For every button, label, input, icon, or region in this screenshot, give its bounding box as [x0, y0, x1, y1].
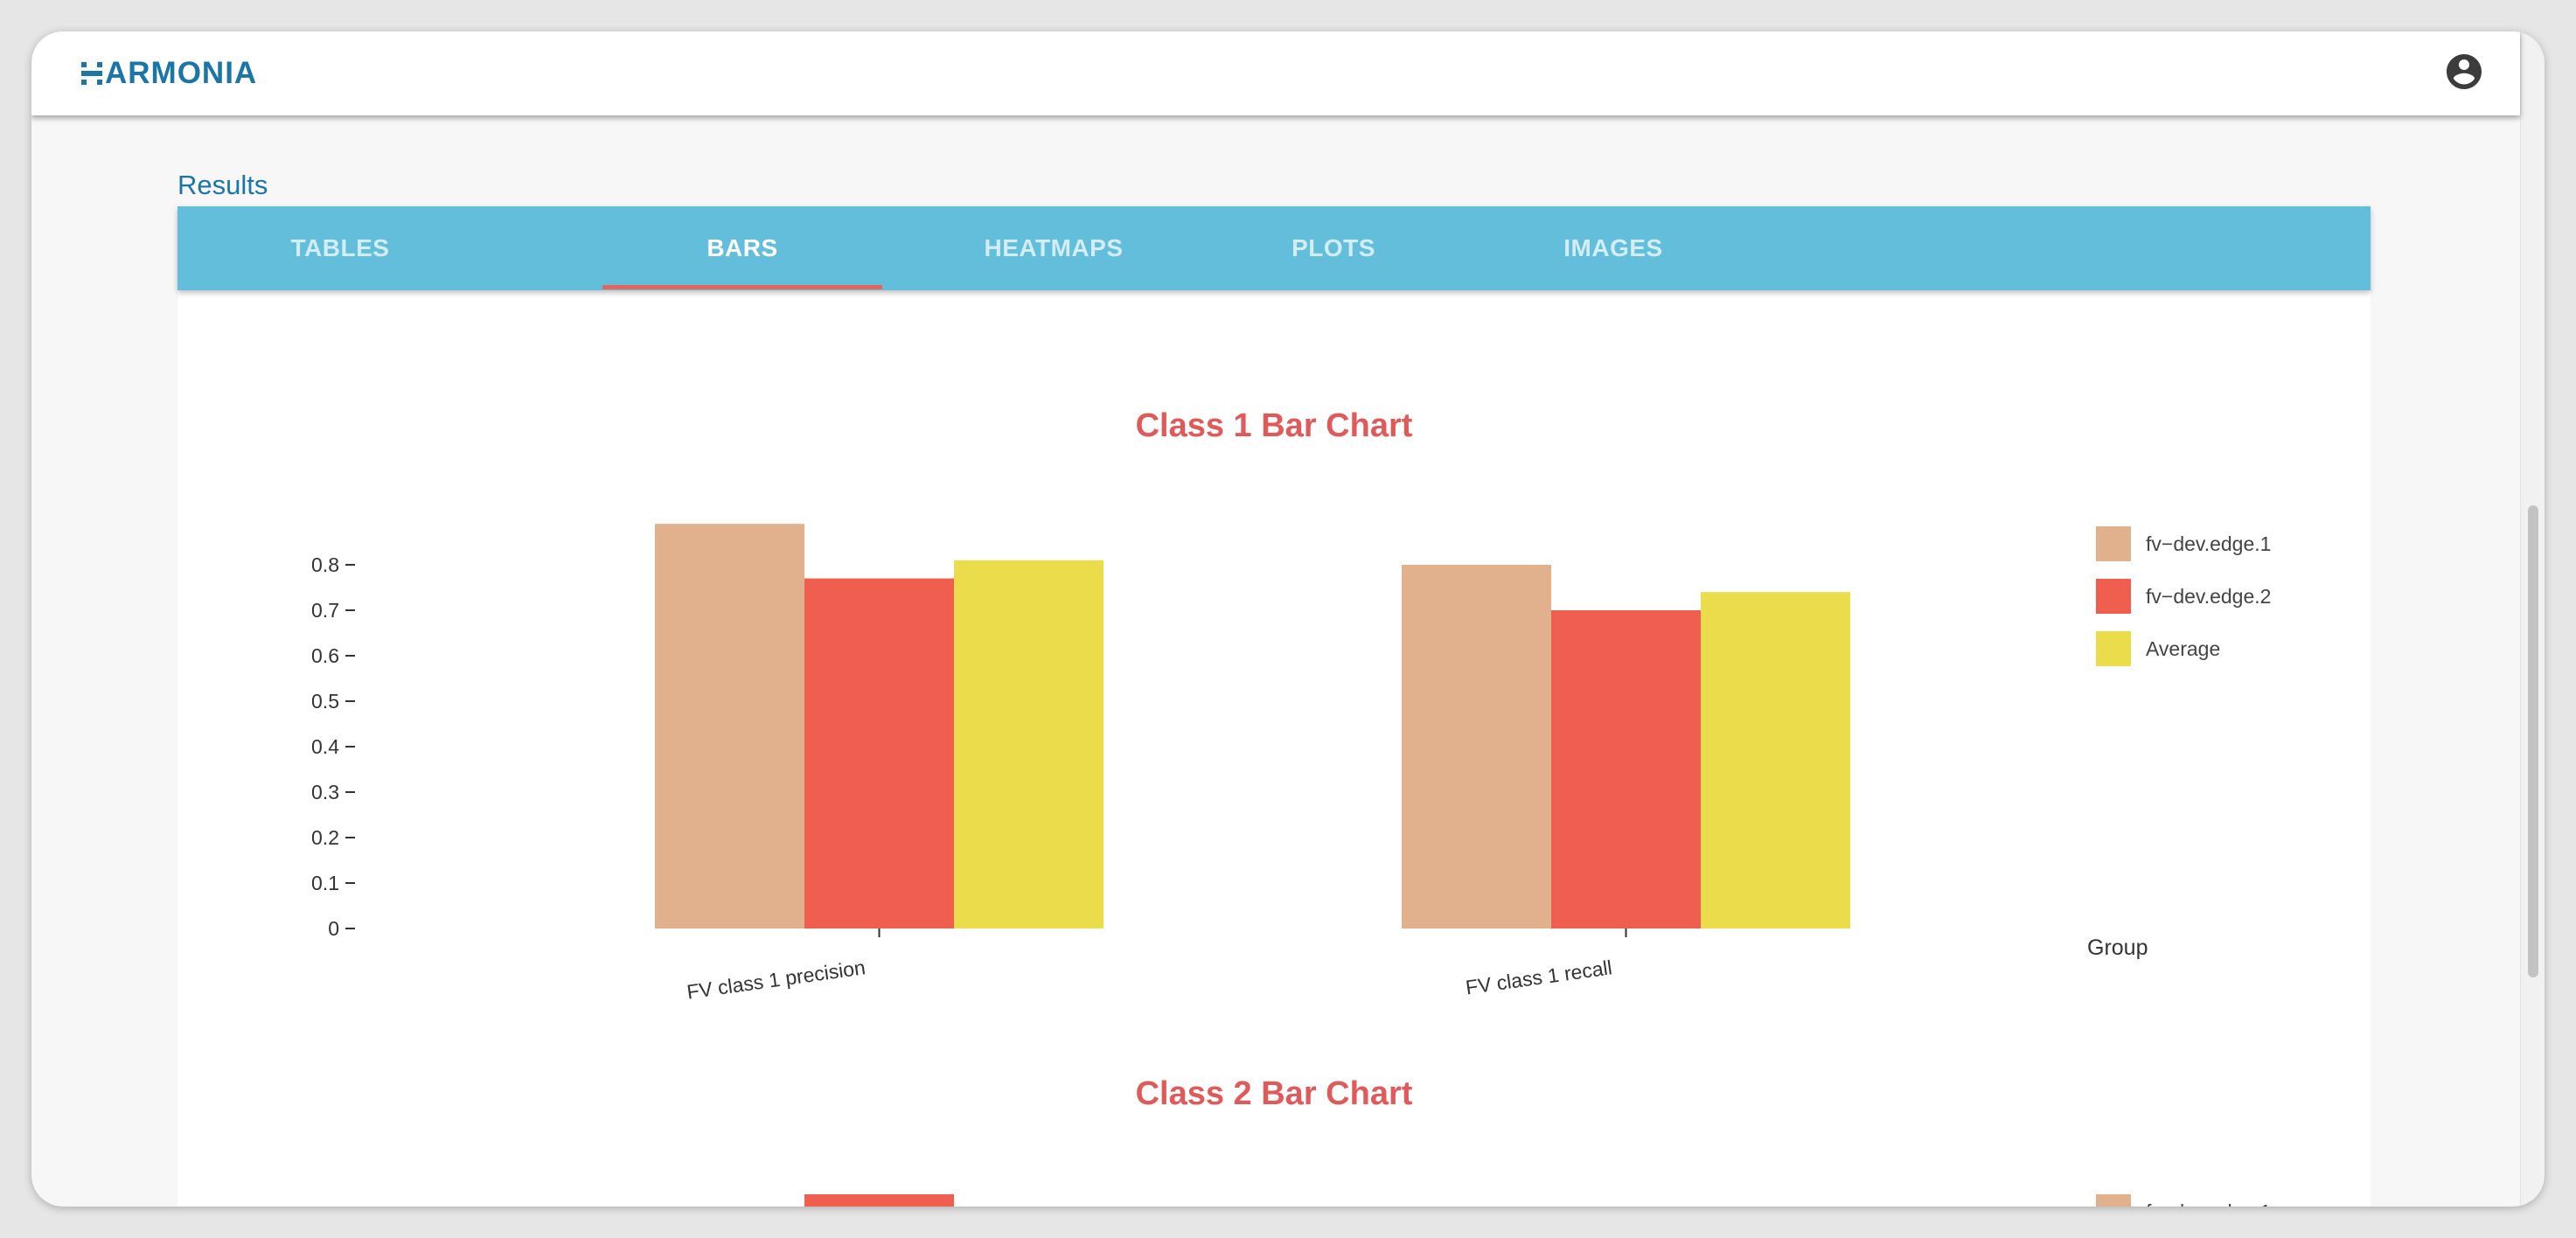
page-scrollbar[interactable]	[2520, 31, 2545, 1207]
x-tick-label: FV class 1 recall	[1465, 956, 1614, 998]
y-tick-label: 0.2	[311, 826, 339, 849]
bar-2-1	[1402, 565, 1551, 928]
tab-bars[interactable]: BARS	[602, 206, 882, 290]
y-tick-label: 0.1	[311, 872, 339, 894]
bar-1-2	[804, 578, 954, 928]
chart2-bar-1-2	[804, 1194, 954, 1207]
x-tick-label: FV class 1 precision	[686, 956, 867, 1003]
results-heading: Results	[178, 170, 268, 200]
app-bar: ARMONIA	[31, 31, 2520, 115]
chart2-legend-label: fv−dev.edge.1	[2146, 1200, 2271, 1207]
tab-heatmaps[interactable]: HEATMAPS	[914, 206, 1194, 290]
legend-label: fv−dev.edge.2	[2146, 585, 2271, 608]
y-tick-label: 0.5	[311, 690, 339, 713]
tab-tables[interactable]: TABLES	[200, 206, 480, 290]
harmonia-h-mark-icon	[81, 62, 102, 85]
tab-plots[interactable]: PLOTS	[1194, 206, 1473, 290]
bar-1-3	[954, 560, 1104, 928]
bar-1-1	[655, 524, 804, 928]
logo-text: ARMONIA	[105, 56, 258, 90]
y-tick-label: 0.7	[311, 599, 339, 622]
bar-charts-svg: 0 0.1 0.2 0.3 0.4 0.5 0.6 0.7 0.8 FV class 1 prec…	[311, 524, 2271, 1207]
y-tick-label: 0.6	[311, 644, 339, 667]
legend-title: Group	[2087, 935, 2148, 960]
account-circle-icon[interactable]	[2443, 51, 2485, 93]
legend-swatch	[2096, 631, 2131, 666]
results-tabs: TABLES BARS HEATMAPS PLOTS IMAGES	[178, 206, 2371, 290]
active-tab-indicator	[602, 285, 882, 289]
legend-label: fv−dev.edge.1	[2146, 532, 2271, 555]
legend-swatch	[2096, 526, 2131, 561]
legend-label: Average	[2146, 637, 2220, 660]
scrollbar-thumb[interactable]	[2528, 505, 2538, 977]
y-tick-label: 0.8	[311, 553, 339, 576]
y-tick-label: 0.4	[311, 735, 339, 758]
tab-images[interactable]: IMAGES	[1473, 206, 1753, 290]
bars-content: Class 1 Bar Chart Class 2 Bar Chart 0 0.1…	[178, 290, 2371, 1207]
legend-swatch	[2096, 579, 2131, 614]
y-tick-label: 0.3	[311, 781, 339, 803]
bar-2-2	[1551, 610, 1701, 928]
y-tick-label: 0	[328, 917, 339, 940]
browser-window: ARMONIA Results TABLES BARS HEATMAPS PLO…	[31, 31, 2545, 1207]
bar-2-3	[1701, 592, 1850, 928]
chart2-legend-swatch	[2096, 1194, 2131, 1207]
y-tick-label: 0.8	[311, 1206, 339, 1207]
harmonia-logo[interactable]: ARMONIA	[80, 54, 257, 93]
